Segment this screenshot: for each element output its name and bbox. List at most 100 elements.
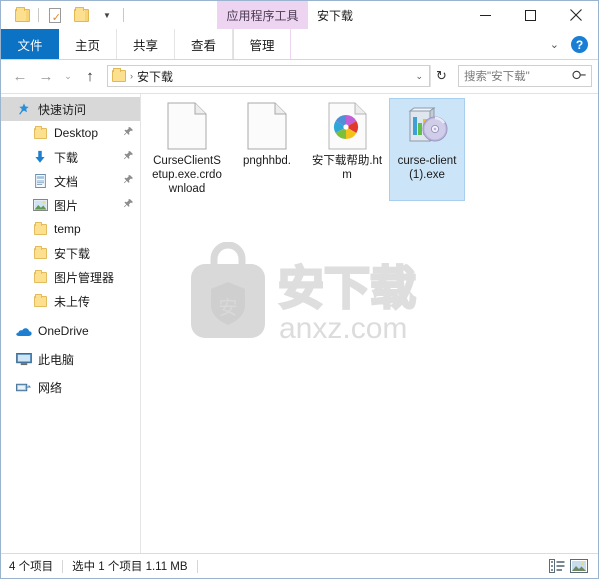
sidebar-item-not-uploaded[interactable]: 未上传 — [1, 289, 140, 313]
tab-file[interactable]: 文件 — [1, 29, 59, 59]
up-arrow-icon: ↑ — [86, 67, 94, 85]
sidebar-item-label: OneDrive — [38, 324, 89, 338]
sidebar-item-network[interactable]: 网络 — [1, 373, 140, 401]
blank-document-icon — [163, 102, 211, 150]
close-icon — [569, 9, 582, 21]
ribbon-tabs: 文件 主页 共享 查看 管理 — [1, 29, 291, 59]
qat-divider-2 — [123, 8, 124, 22]
folder-icon — [31, 245, 49, 259]
breadcrumb[interactable]: › 安下载 ⌄ — [107, 65, 430, 87]
sidebar-item-this-pc[interactable]: 此电脑 — [1, 345, 140, 373]
help-button[interactable]: ? — [571, 36, 588, 53]
chevron-down-icon[interactable]: ⌄ — [415, 71, 425, 82]
sidebar-item-quick-access[interactable]: 快速访问 — [1, 97, 140, 121]
download-arrow-icon — [31, 150, 49, 164]
pin-icon[interactable] — [123, 150, 134, 164]
sidebar-item-label: 未上传 — [54, 294, 91, 309]
pin-icon[interactable] — [123, 126, 134, 140]
file-item-help-htm[interactable]: 安下载帮助.htm — [309, 98, 385, 201]
window-title-text: 安下载 — [317, 8, 354, 23]
folder-icon — [14, 6, 30, 22]
file-item-curse-client-exe[interactable]: curse-client (1).exe — [389, 98, 465, 201]
pin-icon[interactable] — [123, 198, 134, 212]
tab-manage[interactable]: 管理 — [233, 29, 291, 59]
file-item-name: CurseClientSetup.exe.crdownload — [152, 155, 222, 195]
back-arrow-icon: ← — [12, 67, 28, 85]
large-icons-view-icon — [570, 559, 588, 573]
qat-new-folder-button[interactable] — [42, 2, 68, 28]
back-button[interactable]: ← — [7, 63, 33, 89]
sidebar-item-temp[interactable]: temp — [1, 217, 140, 241]
file-explorer-window: ▼ 应用程序工具 安下载 — [0, 0, 599, 579]
refresh-button[interactable]: ↻ — [430, 65, 452, 87]
breadcrumb-current-folder[interactable]: 安下载 — [137, 68, 411, 85]
file-item-name: curse-client (1).exe — [397, 155, 457, 181]
sidebar-item-onedrive[interactable]: OneDrive — [1, 317, 140, 345]
forward-button[interactable]: → — [33, 63, 59, 89]
status-item-count: 4 个项目 — [9, 561, 54, 573]
close-button[interactable] — [553, 1, 598, 29]
sidebar-item-picture-manager[interactable]: 图片管理器 — [1, 265, 140, 289]
file-grid: CurseClientSetup.exe.crdownload pnghhbd. — [141, 94, 598, 201]
sidebar-item-label: 网络 — [38, 380, 63, 395]
pin-icon[interactable] — [123, 174, 134, 188]
sidebar-item-label: temp — [54, 222, 81, 236]
chevron-down-icon: ⌄ — [64, 70, 72, 81]
network-icon — [15, 381, 33, 394]
file-item-name: 安下载帮助.htm — [311, 155, 383, 181]
minimize-button[interactable] — [463, 1, 508, 29]
computer-icon — [15, 352, 33, 366]
sidebar-item-label: 文档 — [54, 174, 79, 189]
up-button[interactable]: ↑ — [77, 63, 103, 89]
folder-icon — [31, 269, 49, 283]
file-item-crdownload[interactable]: CurseClientSetup.exe.crdownload — [149, 98, 225, 201]
sidebar-item-anxiazai[interactable]: 安下载 — [1, 241, 140, 265]
installer-disc-icon — [403, 102, 451, 150]
watermark-brand-url: anxz.com — [279, 312, 407, 345]
recent-locations-button[interactable]: ⌄ — [59, 63, 77, 89]
file-list-pane[interactable]: CurseClientSetup.exe.crdownload pnghhbd. — [141, 94, 598, 553]
sidebar-item-label: 图片 — [54, 198, 79, 213]
tab-share[interactable]: 共享 — [117, 29, 175, 59]
details-view-button[interactable] — [546, 556, 568, 576]
sidebar-item-desktop[interactable]: Desktop — [1, 121, 140, 145]
address-bar: ← → ⌄ ↑ › 安下载 ⌄ ↻ 搜索"安下载" — [1, 60, 598, 93]
sidebar-item-label: 此电脑 — [38, 352, 75, 367]
star-pin-icon — [15, 102, 33, 116]
search-input[interactable]: 搜索"安下载" — [464, 68, 573, 84]
sidebar-item-downloads[interactable]: 下载 — [1, 145, 140, 169]
folder-icon — [73, 6, 89, 22]
pictures-icon — [31, 199, 49, 211]
tab-view[interactable]: 查看 — [175, 29, 233, 59]
file-item-name: pnghhbd. — [243, 155, 291, 167]
qat-customize-button[interactable]: ▼ — [94, 2, 120, 28]
html-pinwheel-icon — [323, 102, 371, 150]
sidebar-item-pictures[interactable]: 图片 — [1, 193, 140, 217]
tab-file-label: 文件 — [17, 38, 43, 53]
large-icons-view-button[interactable] — [568, 556, 590, 576]
maximize-button[interactable] — [508, 1, 553, 29]
sidebar-item-documents[interactable]: 文档 — [1, 169, 140, 193]
ribbon-expand-button[interactable]: ⌄ — [544, 38, 565, 51]
tab-manage-label: 管理 — [249, 38, 275, 53]
watermark-shield-char: 安 — [218, 297, 237, 319]
watermark-logo: 安 安下载 anxz.com — [183, 241, 423, 347]
documents-icon — [31, 174, 49, 188]
search-box[interactable]: 搜索"安下载" — [458, 65, 592, 87]
file-item-pnghhbd[interactable]: pnghhbd. — [229, 98, 305, 201]
tab-home[interactable]: 主页 — [59, 29, 117, 59]
minimize-icon — [480, 14, 491, 16]
contextual-tab-group-label: 应用程序工具 — [226, 8, 299, 23]
tab-view-label: 查看 — [190, 38, 216, 53]
qat-properties-button[interactable] — [9, 2, 35, 28]
forward-arrow-icon: → — [38, 67, 54, 85]
qat-folder-button[interactable] — [68, 2, 94, 28]
watermark-brand-cn: 安下载 — [278, 261, 416, 315]
navigation-pane: 快速访问 Desktop 下载 文档 图片 temp 安下载 图片管理器 未上传… — [1, 94, 141, 553]
quick-access-toolbar: ▼ — [1, 1, 127, 29]
ribbon-tab-strip: 文件 主页 共享 查看 管理 ⌄ ? — [1, 29, 598, 60]
window-title: 安下载 — [317, 1, 353, 29]
folder-icon — [31, 293, 49, 307]
breadcrumb-separator: › — [130, 71, 133, 81]
qat-divider-1 — [38, 8, 39, 22]
